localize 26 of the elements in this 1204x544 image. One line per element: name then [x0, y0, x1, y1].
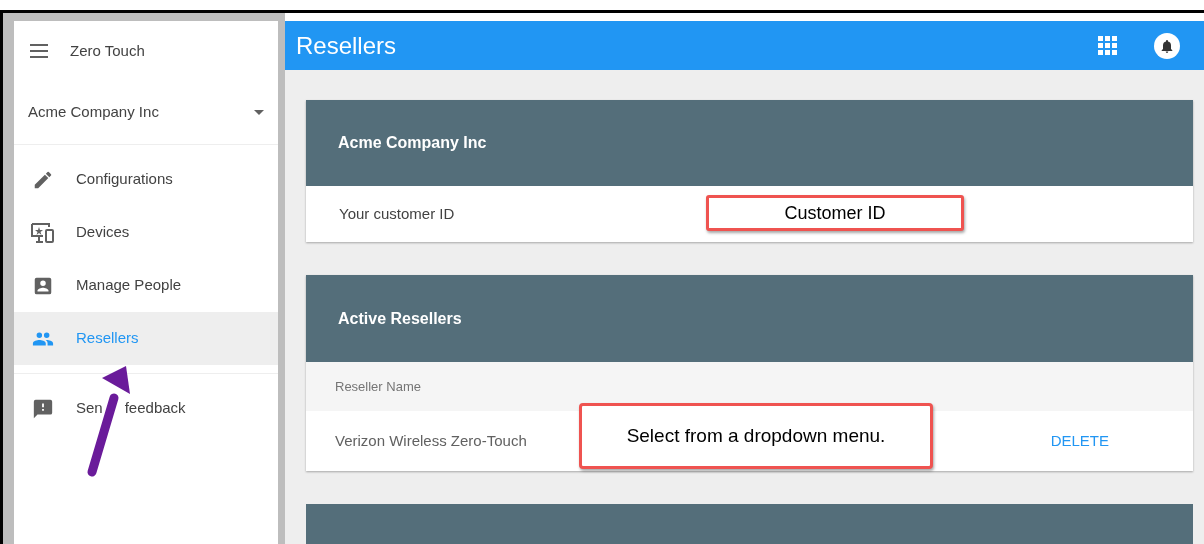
nav-item[interactable]: Manage People [14, 259, 278, 312]
nav-label: Resellers [76, 328, 139, 349]
apps-grid-icon[interactable] [1098, 35, 1118, 56]
column-header: Reseller Name [335, 377, 421, 396]
caret-icon [254, 110, 264, 115]
nav-label: Manage People [76, 275, 182, 296]
nav-label: feedback [124, 398, 186, 419]
page-title: Resellers [296, 30, 397, 61]
card-title: Acme Company Inc [338, 133, 487, 153]
nav-item[interactable]: Sen feedback [14, 382, 278, 435]
nav-label: Sen [76, 398, 103, 419]
app-title: Zero Touch [70, 40, 145, 61]
card-title: Active Resellers [338, 308, 462, 329]
callout: Customer ID [706, 195, 964, 231]
menu-icon[interactable] [30, 44, 48, 58]
account-selector[interactable]: Acme Company Inc [14, 81, 278, 145]
notification-bell-icon[interactable] [1154, 32, 1180, 59]
nav-item[interactable]: Devices [14, 206, 278, 259]
devices-icon [30, 221, 56, 244]
feedback-icon [32, 397, 54, 420]
nav-label: Configurations [76, 169, 173, 190]
nav-label: Devices [76, 222, 130, 243]
customer-id-label: Your customer ID [339, 203, 455, 224]
nav-item[interactable]: Configurations [14, 153, 278, 206]
callout: Select from a dropdown menu. [579, 403, 933, 469]
reseller-name: Verizon Wireless Zero-Touch [335, 430, 527, 451]
